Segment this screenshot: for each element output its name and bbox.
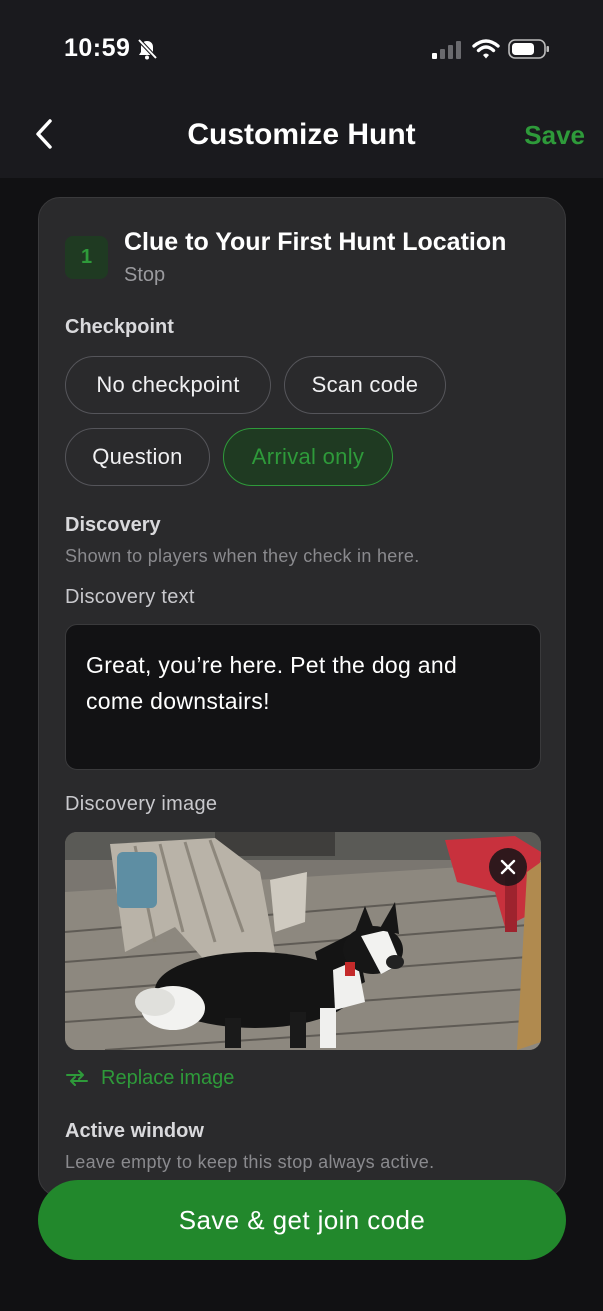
- replace-image-button[interactable]: Replace image: [65, 1064, 234, 1092]
- discovery-image: [65, 832, 541, 1050]
- stop-number-badge: 1: [65, 236, 108, 279]
- status-bar: 10:59: [0, 0, 603, 96]
- discovery-helper-text: Shown to players when they check in here…: [65, 546, 420, 566]
- discovery-text-field[interactable]: Great, you’re here. Pet the dog and come…: [65, 624, 541, 770]
- stop-title: Clue to Your First Hunt Location: [124, 228, 507, 256]
- checkpoint-option-arrival-only[interactable]: Arrival only: [223, 428, 393, 486]
- discovery-text-label: Discovery text: [65, 586, 195, 608]
- discovery-heading: Discovery: [65, 514, 161, 536]
- page-title: Customize Hunt: [187, 118, 416, 151]
- checkpoint-label: Checkpoint: [65, 316, 174, 338]
- navigation-bar: Customize Hunt Save: [0, 96, 603, 178]
- discovery-image-label: Discovery image: [65, 793, 218, 815]
- bell-slash-icon: [137, 38, 158, 60]
- remove-image-button[interactable]: [489, 848, 527, 886]
- swap-arrows-icon: [66, 1070, 88, 1086]
- status-time: 10:59: [64, 34, 131, 62]
- checkpoint-option-question[interactable]: Question: [65, 428, 210, 486]
- active-window-helper-text: Leave empty to keep this stop always act…: [65, 1152, 435, 1172]
- save-button[interactable]: Save: [524, 120, 585, 151]
- battery-icon: [508, 39, 549, 59]
- wifi-icon: [472, 39, 500, 59]
- replace-image-label: Replace image: [101, 1066, 235, 1089]
- checkpoint-option-scan-code[interactable]: Scan code: [284, 356, 446, 414]
- cellular-signal-icon: [432, 41, 461, 59]
- close-icon: [500, 859, 516, 875]
- save-and-get-join-code-button[interactable]: Save & get join code: [38, 1180, 566, 1260]
- stop-card: 1 Clue to Your First Hunt Location Stop …: [38, 197, 566, 1197]
- active-window-heading: Active window: [65, 1120, 204, 1142]
- checkpoint-option-no-checkpoint[interactable]: No checkpoint: [65, 356, 271, 414]
- stop-subtitle: Stop: [124, 264, 166, 286]
